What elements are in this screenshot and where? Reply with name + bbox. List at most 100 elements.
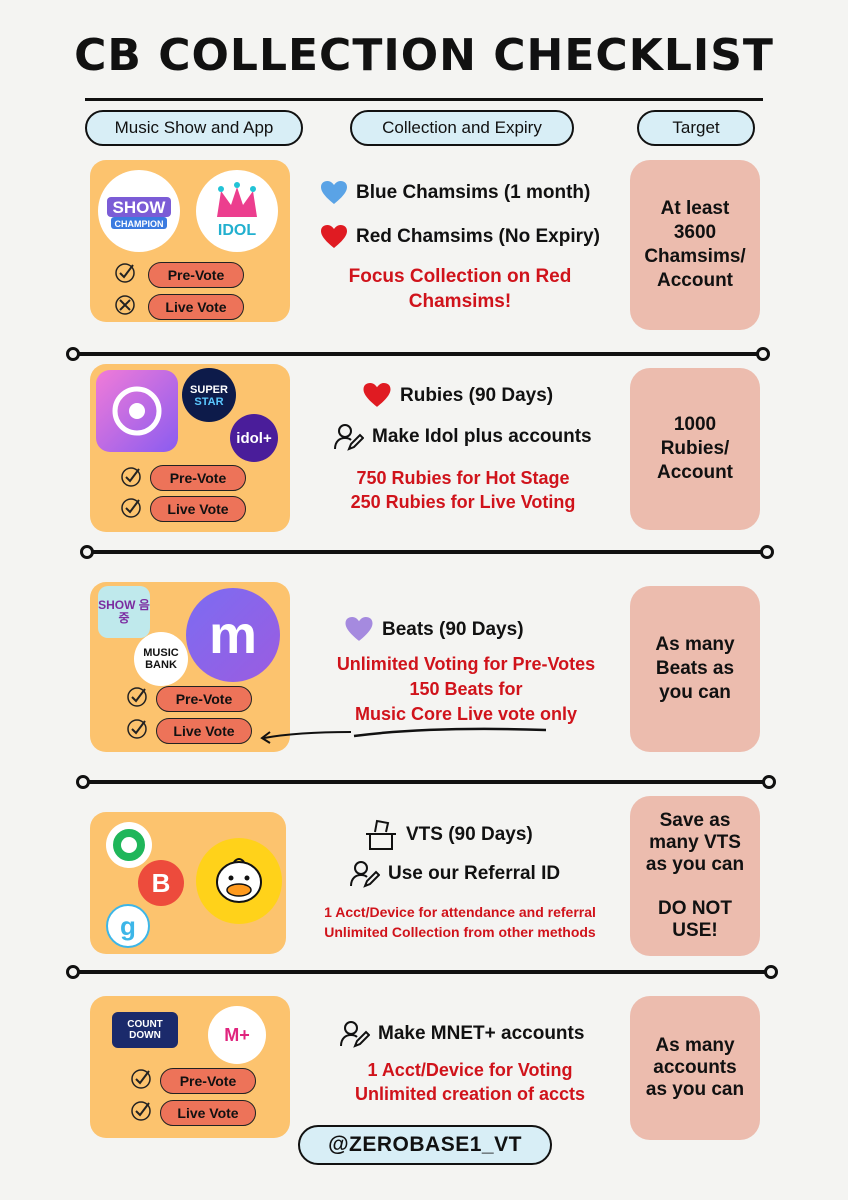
note-line: Chamsims! <box>408 291 512 312</box>
user-edit-icon <box>340 1021 370 1048</box>
show-champion-logo-text-top: SHOW <box>113 198 167 217</box>
onepick-logo <box>106 822 152 868</box>
note-line: 1 Acct/Device for attendance and referra… <box>324 904 596 920</box>
idol-champ-logo: IDOL <box>196 170 278 252</box>
check-mark-icon <box>121 467 141 487</box>
section-2-note: 750 Rubies for Hot Stage 250 Rubies for … <box>318 466 608 514</box>
collection-line: Beats (90 Days) <box>344 616 624 643</box>
pre-vote-pill: Pre-Vote <box>160 1068 256 1094</box>
title-divider <box>85 98 763 101</box>
page-title: CB COLLECTION CHECKLIST <box>74 30 774 81</box>
divider-endpoint <box>760 545 774 559</box>
check-mark-icon <box>131 1069 151 1089</box>
section-5-collection: Make MNET+ accounts <box>340 1020 630 1048</box>
divider-endpoint <box>76 775 90 789</box>
note-line: Unlimited Collection from other methods <box>324 924 596 940</box>
section-1-note: Focus Collection on Red Chamsims! <box>310 264 610 314</box>
column-header-target: Target <box>637 110 755 146</box>
section-4-target: Save as many VTS as you can DO NOT USE! <box>630 796 760 956</box>
collection-text: Make Idol plus accounts <box>372 426 592 447</box>
divider-endpoint <box>762 775 776 789</box>
idol-plus-logo: idol+ <box>230 414 278 462</box>
collection-line: Blue Chamsims (1 month) <box>320 180 620 206</box>
duck-app-logo <box>196 838 282 924</box>
collection-line: Use our Referral ID <box>350 860 640 888</box>
divider-endpoint <box>756 347 770 361</box>
collection-text: Rubies (90 Days) <box>400 384 554 406</box>
collection-line: Make MNET+ accounts <box>340 1020 630 1048</box>
red-heart-icon <box>321 225 347 248</box>
superstar-logo: SUPER STAR <box>182 368 236 422</box>
show-music-core-logo-text: SHOW 음중 <box>98 598 150 625</box>
music-bank-logo: MUSIC BANK <box>134 632 188 686</box>
collection-line: VTS (90 Days) <box>364 818 640 852</box>
note-line: 750 Rubies for Hot Stage <box>356 468 570 488</box>
collection-text: Make MNET+ accounts <box>378 1023 585 1044</box>
collection-text: Beats (90 Days) <box>382 618 524 640</box>
collection-text: Red Chamsims (No Expiry) <box>356 226 600 247</box>
red-heart-icon <box>363 383 391 407</box>
divider-endpoint <box>80 545 94 559</box>
superstar-logo-text-top: SUPER <box>190 384 228 396</box>
mnet-plus-logo: M+ <box>208 1006 266 1064</box>
section-4-note: 1 Acct/Device for attendance and referra… <box>284 902 636 942</box>
genie-logo: g <box>106 904 150 948</box>
blue-heart-icon <box>321 181 347 204</box>
fancast-logo: B <box>138 860 184 906</box>
live-vote-pill: Live Vote <box>160 1100 256 1126</box>
check-mark-icon <box>131 1101 151 1121</box>
collection-line: Rubies (90 Days) <box>362 382 634 409</box>
arrow-icon <box>260 727 547 744</box>
column-header-music-show: Music Show and App <box>85 110 303 146</box>
collection-line: Red Chamsims (No Expiry) <box>320 224 620 250</box>
pre-vote-pill: Pre-Vote <box>148 262 244 288</box>
user-edit-icon <box>334 424 364 451</box>
section-1-collection: Blue Chamsims (1 month) Red Chamsims (No… <box>320 180 620 250</box>
divider-endpoint <box>66 965 80 979</box>
cross-mark-icon <box>115 295 135 315</box>
user-edit-icon <box>350 861 380 888</box>
show-champion-logo: SHOW CHAMPION <box>98 170 180 252</box>
m-countdown-logo: COUNT DOWN <box>112 1012 178 1048</box>
section-divider <box>78 970 770 974</box>
m-countdown-logo-text: COUNT DOWN <box>127 1019 163 1041</box>
purple-heart-icon <box>345 617 373 641</box>
divider-endpoint <box>764 965 778 979</box>
section-divider <box>78 352 762 356</box>
live-vote-pill: Live Vote <box>148 294 244 320</box>
pre-vote-pill: Pre-Vote <box>156 686 252 712</box>
note-line: 150 Beats for <box>409 679 523 699</box>
note-line: 1 Acct/Device for Voting <box>367 1060 573 1080</box>
check-mark-icon <box>121 498 141 518</box>
ballot-box-icon <box>366 819 396 850</box>
note-line: Unlimited Voting for Pre-Votes <box>336 654 596 674</box>
section-divider <box>88 780 768 784</box>
note-line: Focus Collection on Red <box>348 266 572 287</box>
section-4-collection: VTS (90 Days) Use our Referral ID <box>350 818 640 888</box>
note-line: 250 Rubies for Live Voting <box>350 492 576 512</box>
account-handle-badge: @ZEROBASE1_VT <box>298 1125 552 1165</box>
check-mark-icon <box>115 263 135 283</box>
check-mark-icon <box>127 687 147 707</box>
idol-logo-text: IDOL <box>218 222 256 239</box>
collection-text: VTS (90 Days) <box>406 824 533 845</box>
show-music-core-logo: SHOW 음중 <box>98 586 150 638</box>
mubeat-logo: m <box>186 588 280 682</box>
live-vote-pill: Live Vote <box>150 496 246 522</box>
collection-line: Make Idol plus accounts <box>334 423 634 451</box>
section-5-note: 1 Acct/Device for Voting Unlimited creat… <box>322 1058 618 1106</box>
superstar-logo-text-bottom: STAR <box>194 396 223 408</box>
live-vote-pill: Live Vote <box>156 718 252 744</box>
divider-endpoint <box>66 347 80 361</box>
show-champion-logo-text-bottom: CHAMPION <box>115 219 164 229</box>
collection-text: Use our Referral ID <box>388 863 561 884</box>
note-line: Unlimited creation of accts <box>354 1084 586 1104</box>
section-3-note: Unlimited Voting for Pre-Votes 150 Beats… <box>306 652 626 727</box>
section-1-target: At least 3600 Chamsims/ Account <box>630 160 760 330</box>
collection-text: Blue Chamsims (1 month) <box>356 182 591 203</box>
section-3-target: As many Beats as you can <box>630 586 760 752</box>
pre-vote-pill: Pre-Vote <box>150 465 246 491</box>
section-2-collection: Rubies (90 Days) Make Idol plus accounts <box>334 382 634 451</box>
section-5-target: As many accounts as you can <box>630 996 760 1140</box>
check-mark-icon <box>127 719 147 739</box>
